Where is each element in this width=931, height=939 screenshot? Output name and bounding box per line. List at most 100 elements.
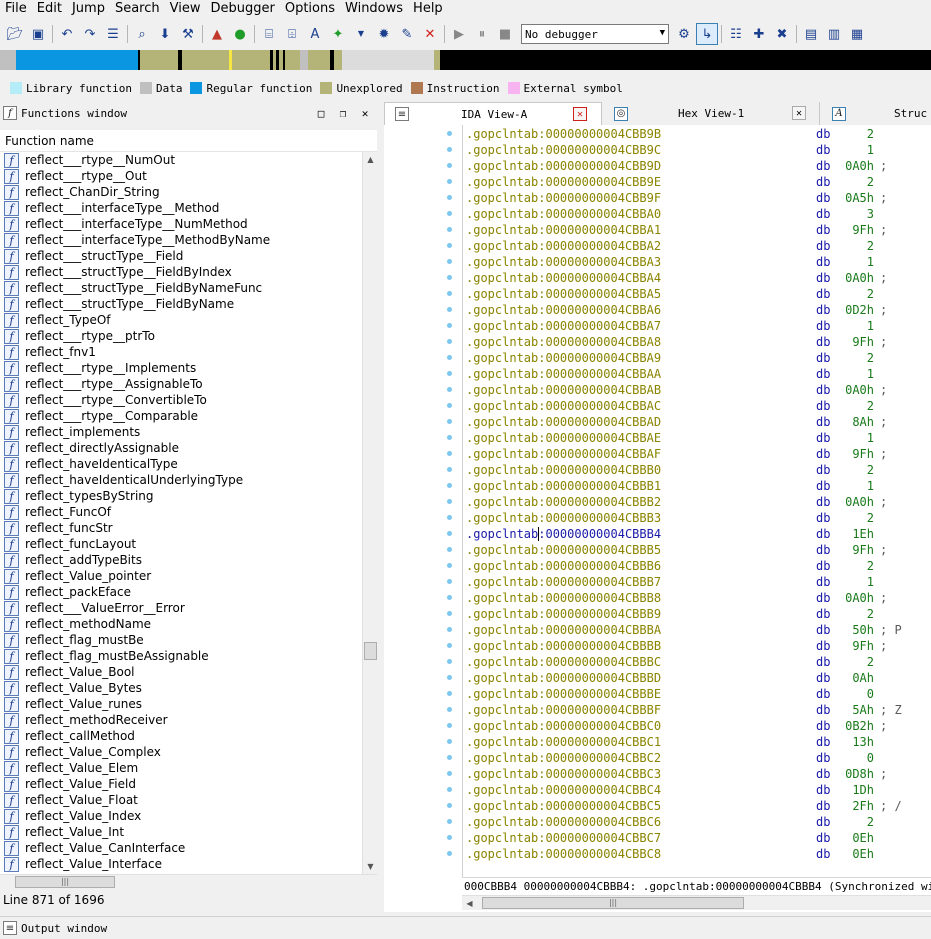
list-item[interactable]: f reflect___rtype__Implements: [0, 360, 362, 376]
listing-line[interactable]: .gopclntab:00000000004CBBB9 db 2: [466, 606, 931, 622]
close-icon[interactable]: ✕: [792, 106, 806, 120]
list-item[interactable]: f reflect_funcLayout: [0, 536, 362, 552]
breakpoint-list-icon[interactable]: ☷: [725, 23, 747, 45]
ida-view-a[interactable]: .gopclntab:00000000004CBB9B db 2 .gopclntab…: [384, 125, 931, 912]
list-item[interactable]: f reflect_Value_Complex: [0, 744, 362, 760]
listing-line[interactable]: .gopclntab:00000000004CBBB1 db 1: [466, 478, 931, 494]
list-item[interactable]: f reflect___rtype__NumOut: [0, 152, 362, 168]
function-list-horizontal-scrollbar[interactable]: |||: [0, 874, 377, 889]
menu-help[interactable]: Help: [408, 0, 448, 18]
listing-line[interactable]: .gopclntab:00000000004CBBA2 db 2: [466, 238, 931, 254]
output-window-bar[interactable]: ≡ Output window: [0, 916, 931, 939]
scroll-up-icon[interactable]: ▲: [363, 152, 378, 167]
list-item[interactable]: f reflect_Value_Bytes: [0, 680, 362, 696]
names-icon[interactable]: ▥: [823, 23, 845, 45]
list-item[interactable]: f reflect_Value_Field: [0, 776, 362, 792]
list-item[interactable]: f reflect___interfaceType__MethodByName: [0, 232, 362, 248]
listing-line[interactable]: .gopclntab:00000000004CBBAD db 8Ah;: [466, 414, 931, 430]
list-item[interactable]: f reflect_addTypeBits: [0, 552, 362, 568]
navigation-band[interactable]: [0, 50, 931, 70]
list-item[interactable]: f reflect___rtype__Out: [0, 168, 362, 184]
list-item[interactable]: f reflect___structType__FieldByIndex: [0, 264, 362, 280]
disassembly-listing[interactable]: .gopclntab:00000000004CBB9B db 2 .gopclntab…: [462, 125, 931, 877]
listing-line[interactable]: .gopclntab:00000000004CBBA5 db 2: [466, 286, 931, 302]
listing-line[interactable]: .gopclntab:00000000004CBB9D db 0A0h;: [466, 158, 931, 174]
jump-back-icon[interactable]: ↶: [56, 23, 78, 45]
listing-line[interactable]: .gopclntab:00000000004CBBC8 db 0Eh: [466, 846, 931, 862]
scrollbar-thumb[interactable]: |||: [15, 876, 115, 888]
list-item[interactable]: f reflect_directlyAssignable: [0, 440, 362, 456]
segments-icon[interactable]: ▤: [800, 23, 822, 45]
listing-line[interactable]: .gopclntab:00000000004CBBB7 db 1: [466, 574, 931, 590]
list-item[interactable]: f reflect_packEface: [0, 584, 362, 600]
list-item[interactable]: f reflect___rtype__AssignableTo: [0, 376, 362, 392]
tab-hex-view-1[interactable]: ◎ Hex View-1 ✕: [604, 102, 820, 125]
listing-line[interactable]: .gopclntab:00000000004CBB9C db 1: [466, 142, 931, 158]
pause-icon[interactable]: ⏸︎: [471, 23, 493, 45]
menu-view[interactable]: View: [165, 0, 206, 18]
listing-line[interactable]: .gopclntab:00000000004CBBB4 db 1Eh: [466, 526, 931, 542]
scrollbar-thumb[interactable]: |||: [482, 897, 744, 909]
list-item[interactable]: f reflect_flag_mustBe: [0, 632, 362, 648]
close-icon[interactable]: ✕: [356, 104, 374, 122]
list-item[interactable]: f reflect___rtype__ptrTo: [0, 328, 362, 344]
binary-search-icon[interactable]: ⚒: [177, 23, 199, 45]
listing-line[interactable]: .gopclntab:00000000004CBB9B db 2: [466, 126, 931, 142]
add-breakpoint-icon[interactable]: ✚: [748, 23, 770, 45]
window-icon[interactable]: ▦: [846, 23, 868, 45]
list-item[interactable]: f reflect_Value_Elem: [0, 760, 362, 776]
list-item[interactable]: f reflect___interfaceType__Method: [0, 200, 362, 216]
menu-windows[interactable]: Windows: [340, 0, 408, 18]
listing-line[interactable]: .gopclntab:00000000004CBBAA db 1: [466, 366, 931, 382]
play-icon[interactable]: ▶: [448, 23, 470, 45]
listing-line[interactable]: .gopclntab:00000000004CBBC4 db 1Dh: [466, 782, 931, 798]
list-item[interactable]: f reflect___ValueError__Error: [0, 600, 362, 616]
listing-line[interactable]: .gopclntab:00000000004CBBC3 db 0D8h;: [466, 766, 931, 782]
text-search-icon[interactable]: ⌕: [131, 23, 153, 45]
menu-options[interactable]: Options: [280, 0, 340, 18]
listing-line[interactable]: .gopclntab:00000000004CBBA4 db 0A0h;: [466, 270, 931, 286]
list-item[interactable]: f reflect___structType__FieldByNameFunc: [0, 280, 362, 296]
listing-line[interactable]: .gopclntab:00000000004CBBBF db 5Ah; Z: [466, 702, 931, 718]
list-item[interactable]: f reflect_Value_Index: [0, 808, 362, 824]
list-item[interactable]: f reflect_Value_Interface: [0, 856, 362, 872]
stop-icon[interactable]: ■: [494, 23, 516, 45]
list-item[interactable]: f reflect_haveIdenticalType: [0, 456, 362, 472]
chevron-down-icon[interactable]: ▼: [350, 23, 372, 45]
array-icon[interactable]: ✦: [327, 23, 349, 45]
function-list-vertical-scrollbar[interactable]: ▲ ▼: [362, 152, 377, 874]
listing-line[interactable]: .gopclntab:00000000004CBBB2 db 0A0h;: [466, 494, 931, 510]
list-item[interactable]: f reflect_Value_runes: [0, 696, 362, 712]
down-arrow-icon[interactable]: ⬇: [154, 23, 176, 45]
listing-line[interactable]: .gopclntab:00000000004CBB9E db 2: [466, 174, 931, 190]
listing-line[interactable]: .gopclntab:00000000004CBBA0 db 3: [466, 206, 931, 222]
listing-line[interactable]: .gopclntab:00000000004CBBC2 db 0: [466, 750, 931, 766]
listing-line[interactable]: .gopclntab:00000000004CBBC7 db 0Eh: [466, 830, 931, 846]
list-item[interactable]: f reflect___structType__Field: [0, 248, 362, 264]
listing-line[interactable]: .gopclntab:00000000004CBBBB db 9Fh;: [466, 638, 931, 654]
list-item[interactable]: f reflect_funcStr: [0, 520, 362, 536]
listing-line[interactable]: .gopclntab:00000000004CBB9F db 0A5h;: [466, 190, 931, 206]
list-item[interactable]: f reflect_haveIdenticalUnderlyingType: [0, 472, 362, 488]
listing-line[interactable]: .gopclntab:00000000004CBBAE db 1: [466, 430, 931, 446]
list-item[interactable]: f reflect_ChanDir_String: [0, 184, 362, 200]
list-item[interactable]: f reflect_FuncOf: [0, 504, 362, 520]
tab-structures[interactable]: A Struc: [822, 102, 931, 125]
jump-list-icon[interactable]: ☰: [102, 23, 124, 45]
list-item[interactable]: f reflect_callMethod: [0, 728, 362, 744]
list-item[interactable]: f reflect_Value_pointer: [0, 568, 362, 584]
list-item[interactable]: f reflect_Value_Float: [0, 792, 362, 808]
attach-icon[interactable]: ⚙: [673, 23, 695, 45]
data-icon[interactable]: ⌹: [281, 23, 303, 45]
listing-line[interactable]: .gopclntab:00000000004CBBA6 db 0D2h;: [466, 302, 931, 318]
listing-line[interactable]: .gopclntab:00000000004CBBC6 db 2: [466, 814, 931, 830]
list-item[interactable]: f reflect_methodName: [0, 616, 362, 632]
listing-line[interactable]: .gopclntab:00000000004CBBA3 db 1: [466, 254, 931, 270]
listing-line[interactable]: .gopclntab:00000000004CBBC0 db 0B2h;: [466, 718, 931, 734]
string-icon[interactable]: A: [304, 23, 326, 45]
list-item[interactable]: f reflect_Value_Bool: [0, 664, 362, 680]
open-icon[interactable]: 📂︎: [4, 23, 26, 45]
listing-line[interactable]: .gopclntab:00000000004CBBA7 db 1: [466, 318, 931, 334]
listing-line[interactable]: .gopclntab:00000000004CBBBE db 0: [466, 686, 931, 702]
listing-line[interactable]: .gopclntab:00000000004CBBC1 db 13h: [466, 734, 931, 750]
